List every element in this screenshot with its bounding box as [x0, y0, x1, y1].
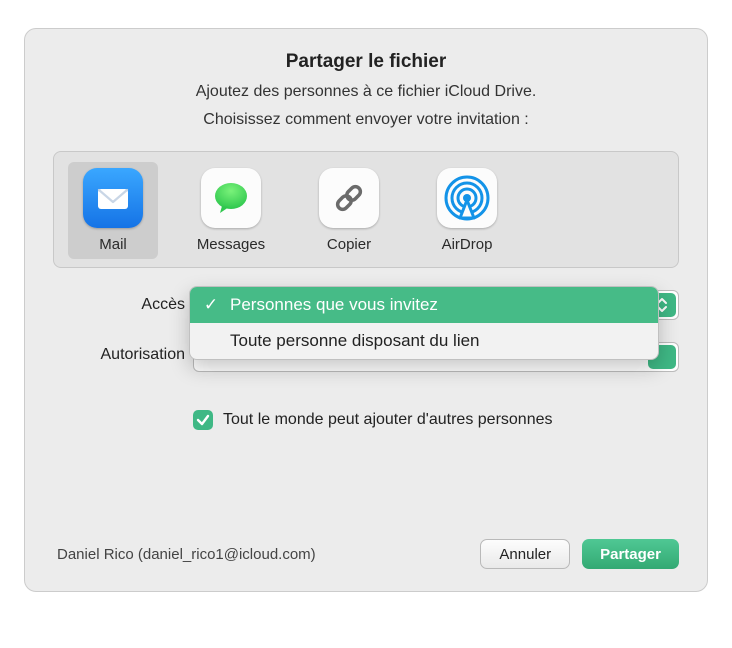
dialog-subtitle: Ajoutez des personnes à ce fichier iClou…	[25, 83, 707, 101]
access-option-invited[interactable]: ✓ Personnes que vous invitez	[190, 287, 658, 323]
share-method-label: AirDrop	[442, 236, 493, 253]
share-method-airdrop[interactable]: AirDrop	[422, 162, 512, 259]
access-dropdown-menu: ✓ Personnes que vous invitez ✓ Toute per…	[189, 286, 659, 360]
share-method-label: Messages	[197, 236, 265, 253]
check-icon: ✓	[202, 295, 220, 315]
share-button[interactable]: Partager	[582, 539, 679, 569]
access-option-anyone-with-link[interactable]: ✓ Toute personne disposant du lien	[190, 323, 658, 359]
access-dropdown[interactable]: ✓ Personnes que vous invitez ✓ Toute per…	[193, 290, 679, 324]
share-method-messages[interactable]: Messages	[186, 162, 276, 259]
dialog-instruction: Choisissez comment envoyer votre invitat…	[25, 111, 707, 129]
cancel-button[interactable]: Annuler	[480, 539, 570, 569]
share-dialog: Partager le fichier Ajoutez des personne…	[24, 28, 708, 592]
current-user: Daniel Rico (daniel_rico1@icloud.com)	[57, 546, 468, 563]
airdrop-icon	[437, 168, 497, 228]
share-method-copy-link[interactable]: Copier	[304, 162, 394, 259]
anyone-can-add-label: Tout le monde peut ajouter d'autres pers…	[223, 411, 553, 429]
anyone-can-add-checkbox[interactable]	[193, 410, 213, 430]
mail-icon	[83, 168, 143, 228]
messages-icon	[201, 168, 261, 228]
share-method-picker: Mail Messages	[53, 151, 679, 268]
access-label: Accès	[53, 290, 193, 314]
share-method-label: Mail	[99, 236, 127, 253]
permission-label: Autorisation	[53, 342, 193, 364]
share-method-label: Copier	[327, 236, 371, 253]
access-option-label: Personnes que vous invitez	[230, 295, 438, 315]
share-method-mail[interactable]: Mail	[68, 162, 158, 259]
link-icon	[319, 168, 379, 228]
dialog-title: Partager le fichier	[25, 29, 707, 73]
access-option-label: Toute personne disposant du lien	[230, 331, 480, 351]
